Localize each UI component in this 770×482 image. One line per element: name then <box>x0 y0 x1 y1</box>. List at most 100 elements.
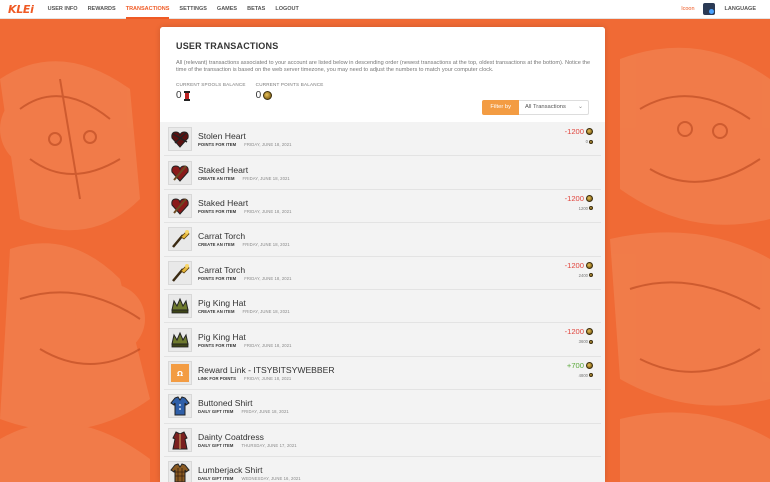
nav-transactions[interactable]: TRANSACTIONS <box>125 0 170 19</box>
transaction-amounts: -1200 0 <box>565 127 593 144</box>
reward-link-icon: Ω <box>171 363 189 382</box>
transaction-type: DAILY GIFT ITEM <box>198 442 234 448</box>
balances: CURRENT SPOOLS BALANCE 0 CURRENT POINTS … <box>176 82 589 101</box>
item-name: Dainty Coatdress <box>198 431 264 442</box>
transaction-meta: CREATE AN ITEM FRIDAY, JUNE 18, 2021 <box>198 309 290 314</box>
transaction-amounts: -1200 1200 <box>565 194 593 211</box>
transaction-type: POINTS FOR ITEM <box>198 208 237 214</box>
dainty-coatdress-icon <box>172 431 188 450</box>
points-coin-icon <box>589 206 593 211</box>
transaction-row[interactable]: Staked Heart CREATE AN ITEM FRIDAY, JUNE… <box>164 156 601 190</box>
transaction-amount: +700 <box>567 361 593 370</box>
transaction-row[interactable]: Stolen Heart POINTS FOR ITEM FRIDAY, JUN… <box>164 123 601 157</box>
item-name: Staked Heart <box>198 164 249 175</box>
points-coin-icon <box>263 91 273 101</box>
points-coin-icon <box>589 273 593 278</box>
pig-king-hat-icon <box>171 331 189 347</box>
chevron-down-icon: ⌄ <box>577 104 583 110</box>
spools-balance-value-row: 0 <box>176 90 246 101</box>
points-balance: CURRENT POINTS BALANCE 0 <box>256 82 324 101</box>
transaction-date: THURSDAY, JUNE 17, 2021 <box>241 442 297 448</box>
item-thumbnail: Ω <box>168 360 192 385</box>
transaction-info: Carrat Torch CREATE AN ITEM FRIDAY, JUNE… <box>198 231 290 247</box>
nav-user-info[interactable]: USER INFO <box>48 0 78 19</box>
item-thumbnail <box>168 461 192 482</box>
transaction-row[interactable]: Staked Heart POINTS FOR ITEM FRIDAY, JUN… <box>164 189 601 224</box>
transaction-date: FRIDAY, JUNE 18, 2021 <box>242 242 290 248</box>
points-balance-value: 0 <box>255 90 262 102</box>
transaction-row[interactable]: Pig King Hat POINTS FOR ITEM FRIDAY, JUN… <box>164 323 601 357</box>
transaction-type: POINTS FOR ITEM <box>198 275 237 281</box>
item-thumbnail <box>168 394 192 419</box>
item-thumbnail <box>168 427 192 452</box>
points-balance-value-row: 0 <box>256 90 324 101</box>
points-coin-icon <box>586 261 593 269</box>
transaction-amount-value: -1200 <box>564 260 584 270</box>
transaction-amount: -1200 <box>565 127 593 136</box>
buttoned-shirt-icon <box>170 396 190 416</box>
transaction-date: FRIDAY, JUNE 18, 2021 <box>244 342 292 348</box>
klei-logo[interactable]: KLEi <box>8 3 34 16</box>
item-thumbnail <box>168 260 192 285</box>
balance-after-value: 3600 <box>578 339 588 345</box>
nav-betas[interactable]: BETAS <box>247 0 265 19</box>
transaction-amounts: +700 4800 <box>567 361 593 378</box>
avatar[interactable] <box>702 3 715 15</box>
stolen-heart-icon <box>171 131 189 148</box>
spools-balance-label: CURRENT SPOOLS BALANCE <box>176 82 246 88</box>
item-thumbnail <box>168 127 192 152</box>
panel-header: USER TRANSACTIONS All (relevant) transac… <box>160 27 605 122</box>
points-coin-icon <box>586 361 593 369</box>
top-navigation: KLEi USER INFO REWARDS TRANSACTIONS SETT… <box>0 0 770 19</box>
transaction-row[interactable]: Ω Reward Link - ITSYBITSYWEBBER LINK FOR… <box>164 356 601 391</box>
transaction-meta: POINTS FOR ITEM FRIDAY, JUNE 18, 2021 <box>198 276 292 281</box>
transaction-info: Pig King Hat CREATE AN ITEM FRIDAY, JUNE… <box>198 298 290 314</box>
transaction-type: DAILY GIFT ITEM <box>198 476 234 482</box>
page-title: USER TRANSACTIONS <box>176 41 279 51</box>
balance-after: 0 <box>565 139 593 144</box>
filter-select[interactable]: All Transactions ⌄ <box>519 100 589 115</box>
transaction-meta: CREATE AN ITEM FRIDAY, JUNE 18, 2021 <box>198 242 290 247</box>
points-coin-icon <box>586 328 593 336</box>
nav-games[interactable]: GAMES <box>217 0 237 19</box>
balance-after: 2400 <box>565 273 593 278</box>
transaction-info: Buttoned Shirt DAILY GIFT ITEM FRIDAY, J… <box>198 398 289 414</box>
transaction-row[interactable]: Carrat Torch POINTS FOR ITEM FRIDAY, JUN… <box>164 256 601 290</box>
points-coin-icon <box>586 128 593 135</box>
carrat-torch-icon <box>172 263 190 282</box>
intro-text: All (relevant) transactions associated t… <box>176 60 591 74</box>
item-thumbnail <box>168 327 192 352</box>
spool-icon <box>183 90 190 101</box>
language-menu[interactable]: LANGUAGE <box>725 6 756 12</box>
item-thumbnail <box>168 294 192 319</box>
balance-after-value: 1200 <box>578 205 588 211</box>
transaction-amount-value: +700 <box>566 360 584 370</box>
item-name: Buttoned Shirt <box>198 398 253 409</box>
points-balance-label: CURRENT POINTS BALANCE <box>255 82 324 88</box>
transaction-type: CREATE AN ITEM <box>198 175 235 181</box>
balance-after: 1200 <box>565 206 593 211</box>
transaction-meta: POINTS FOR ITEM FRIDAY, JUNE 18, 2021 <box>198 343 292 348</box>
transaction-amount: -1200 <box>565 194 593 203</box>
transaction-row[interactable]: Lumberjack Shirt DAILY GIFT ITEM WEDNESD… <box>164 456 601 482</box>
transaction-row[interactable]: Buttoned Shirt DAILY GIFT ITEM FRIDAY, J… <box>164 390 601 424</box>
nav-rewards[interactable]: REWARDS <box>88 0 116 19</box>
username-link[interactable]: lcoon <box>681 6 694 12</box>
transaction-row[interactable]: Dainty Coatdress DAILY GIFT ITEM THURSDA… <box>164 423 601 457</box>
transaction-info: Reward Link - ITSYBITSYWEBBER LINK FOR P… <box>198 365 335 381</box>
nav-logout[interactable]: LOGOUT <box>275 0 299 19</box>
filter-by-button[interactable]: Filter by <box>482 100 519 115</box>
transaction-date: WEDNESDAY, JUNE 16, 2021 <box>241 476 301 482</box>
transaction-date: FRIDAY, JUNE 18, 2021 <box>241 409 289 415</box>
transaction-row[interactable]: Carrat Torch CREATE AN ITEM FRIDAY, JUNE… <box>164 223 601 257</box>
transaction-info: Carrat Torch POINTS FOR ITEM FRIDAY, JUN… <box>198 265 292 281</box>
transaction-amounts: -1200 3600 <box>565 327 593 344</box>
svg-text:Ω: Ω <box>177 370 183 378</box>
transaction-date: FRIDAY, JUNE 18, 2021 <box>244 275 292 281</box>
transaction-type: LINK FOR POINTS <box>198 375 237 381</box>
item-thumbnail <box>168 160 192 185</box>
balance-after: 4800 <box>567 373 593 378</box>
transaction-row[interactable]: Pig King Hat CREATE AN ITEM FRIDAY, JUNE… <box>164 289 601 324</box>
nav-settings[interactable]: SETTINGS <box>179 0 207 19</box>
item-name: Carrat Torch <box>198 264 246 275</box>
